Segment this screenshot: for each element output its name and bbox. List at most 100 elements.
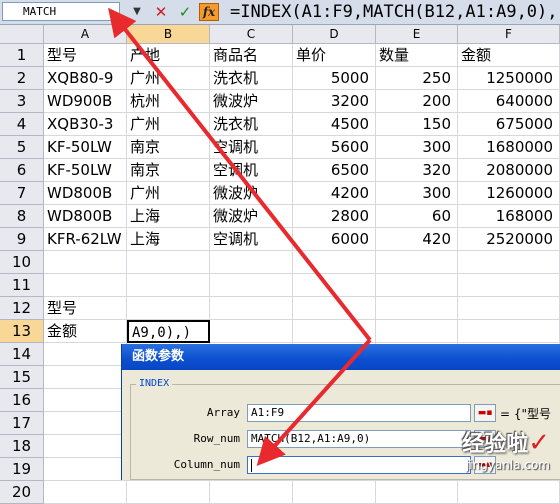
row-header-19[interactable]: 19 (0, 458, 44, 481)
cell[interactable]: KFR-62LW (44, 228, 127, 251)
cell[interactable] (458, 320, 560, 343)
column-header-b[interactable]: B (127, 25, 210, 44)
cell[interactable] (210, 297, 293, 320)
cell[interactable] (376, 297, 458, 320)
cell[interactable]: 4500 (293, 113, 376, 136)
cell[interactable]: 60 (376, 205, 458, 228)
cell[interactable] (210, 274, 293, 297)
cell[interactable] (376, 274, 458, 297)
cell[interactable] (293, 481, 376, 504)
cell[interactable]: WD800B (44, 205, 127, 228)
cell[interactable]: 6000 (293, 228, 376, 251)
cell[interactable] (210, 251, 293, 274)
cell[interactable]: 6500 (293, 159, 376, 182)
cell[interactable] (376, 481, 458, 504)
cell[interactable]: 2520000 (458, 228, 560, 251)
cell[interactable]: 675000 (458, 113, 560, 136)
insert-function-icon[interactable]: fx (199, 3, 219, 21)
row-header-14[interactable]: 14 (0, 343, 44, 366)
cell[interactable]: 1680000 (458, 136, 560, 159)
row-header-18[interactable]: 18 (0, 435, 44, 458)
row-header-17[interactable]: 17 (0, 412, 44, 435)
row-header-16[interactable]: 16 (0, 389, 44, 412)
cell[interactable]: 洗衣机 (210, 67, 293, 90)
row-header-2[interactable]: 2 (0, 67, 44, 90)
cell[interactable] (210, 481, 293, 504)
cell[interactable] (44, 458, 127, 481)
cell[interactable]: 空调机 (210, 136, 293, 159)
cell[interactable] (44, 412, 127, 435)
row-header-13[interactable]: 13 (0, 320, 44, 343)
cell[interactable]: 洗衣机 (210, 113, 293, 136)
cell[interactable] (44, 343, 127, 366)
cell[interactable] (293, 320, 376, 343)
cell[interactable]: 微波炉 (210, 182, 293, 205)
row-header-15[interactable]: 15 (0, 366, 44, 389)
cell[interactable] (458, 274, 560, 297)
cell[interactable]: 420 (376, 228, 458, 251)
column-header-d[interactable]: D (293, 25, 376, 44)
cell[interactable] (458, 297, 560, 320)
chevron-down-icon[interactable]: ▼ (128, 3, 146, 21)
cell[interactable]: 320 (376, 159, 458, 182)
cell[interactable]: 168000 (458, 205, 560, 228)
select-all-corner[interactable] (0, 25, 44, 44)
cell[interactable]: 微波炉 (210, 90, 293, 113)
row-header-11[interactable]: 11 (0, 274, 44, 297)
cell[interactable] (44, 251, 127, 274)
cell[interactable]: 南京 (127, 136, 210, 159)
cell[interactable] (44, 389, 127, 412)
cancel-icon[interactable]: ✕ (152, 3, 170, 21)
cell[interactable]: KF-50LW (44, 159, 127, 182)
cell[interactable]: 广州 (127, 67, 210, 90)
cell[interactable]: 1260000 (458, 182, 560, 205)
row-header-3[interactable]: 3 (0, 90, 44, 113)
cell[interactable] (127, 297, 210, 320)
collapse-dialog-icon[interactable]: ▬▪ (474, 404, 496, 422)
cell[interactable]: 上海 (127, 228, 210, 251)
confirm-icon[interactable]: ✓ (176, 3, 194, 21)
cell[interactable] (127, 481, 210, 504)
dialog-title[interactable]: 函数参数 (122, 344, 560, 370)
row-header-20[interactable]: 20 (0, 481, 44, 504)
cell[interactable]: 5600 (293, 136, 376, 159)
row-header-8[interactable]: 8 (0, 205, 44, 228)
cell[interactable] (44, 274, 127, 297)
cell[interactable]: 广州 (127, 113, 210, 136)
cell[interactable]: 微波炉 (210, 205, 293, 228)
cell[interactable] (458, 251, 560, 274)
row-header-5[interactable]: 5 (0, 136, 44, 159)
cell[interactable]: 2080000 (458, 159, 560, 182)
cell[interactable]: 金额 (44, 320, 127, 343)
array-input[interactable]: A1:F9 (247, 404, 471, 422)
cell[interactable] (210, 320, 293, 343)
column-header-e[interactable]: E (376, 25, 458, 44)
cell[interactable]: WD800B (44, 182, 127, 205)
row-header-1[interactable]: 1 (0, 44, 44, 67)
cell[interactable]: 空调机 (210, 159, 293, 182)
row-header-6[interactable]: 6 (0, 159, 44, 182)
cell[interactable]: 数量 (376, 44, 458, 67)
cell[interactable] (44, 366, 127, 389)
cell[interactable]: 2800 (293, 205, 376, 228)
cell[interactable]: 300 (376, 182, 458, 205)
cell[interactable]: 1250000 (458, 67, 560, 90)
cell[interactable]: 4200 (293, 182, 376, 205)
row-header-10[interactable]: 10 (0, 251, 44, 274)
cell[interactable]: 上海 (127, 205, 210, 228)
cell[interactable]: 空调机 (210, 228, 293, 251)
row-header-12[interactable]: 12 (0, 297, 44, 320)
cell[interactable]: 单价 (293, 44, 376, 67)
cell[interactable]: XQB30-3 (44, 113, 127, 136)
cell[interactable] (293, 274, 376, 297)
cell[interactable]: 250 (376, 67, 458, 90)
cell[interactable]: 200 (376, 90, 458, 113)
cell[interactable]: 640000 (458, 90, 560, 113)
column-header-f[interactable]: F (458, 25, 560, 44)
cell[interactable]: 杭州 (127, 90, 210, 113)
row-header-9[interactable]: 9 (0, 228, 44, 251)
name-box[interactable]: MATCH (2, 2, 120, 21)
cell[interactable] (458, 481, 560, 504)
row-num-input[interactable]: MATCH(B12,A1:A9,0) (247, 430, 471, 448)
row-header-4[interactable]: 4 (0, 113, 44, 136)
